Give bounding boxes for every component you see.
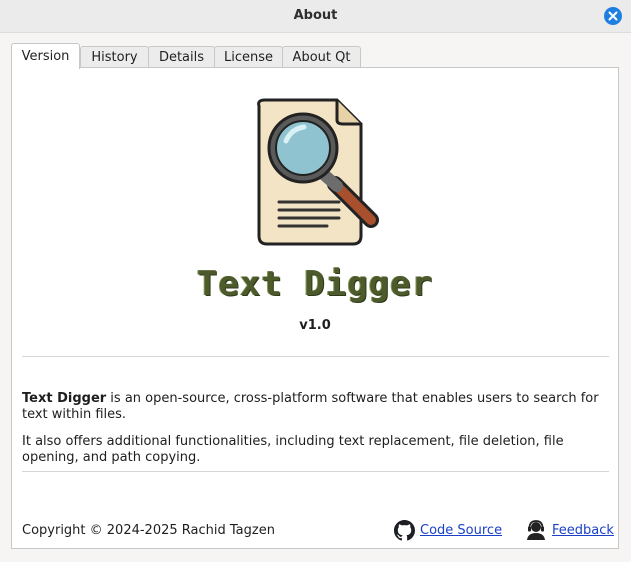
tab-history[interactable]: History (80, 46, 149, 68)
tab-details[interactable]: Details (148, 46, 215, 68)
description-app-name: Text Digger (22, 391, 107, 406)
close-icon (608, 11, 618, 21)
version-panel: Text Digger v1.0 Text Digger is an open-… (11, 67, 619, 549)
app-name: Text Digger (196, 264, 434, 304)
tab-license[interactable]: License (214, 46, 283, 68)
title-bar: About (0, 0, 631, 33)
divider (22, 356, 609, 357)
description-paragraph-2: It also offers additional functionalitie… (22, 434, 564, 465)
github-icon[interactable] (394, 520, 415, 541)
description-text: is an open-source, cross-platform softwa… (22, 391, 599, 422)
close-button[interactable] (604, 7, 622, 25)
document-magnifier-icon (257, 98, 379, 246)
support-agent-icon[interactable] (525, 519, 547, 541)
divider (22, 471, 609, 472)
copyright-text: Copyright © 2024-2025 Rachid Tagzen (22, 523, 275, 538)
code-source-link[interactable]: Code Source (420, 523, 502, 538)
tab-about-qt[interactable]: About Qt (282, 46, 361, 68)
description-paragraph-1: Text Digger is an open-source, cross-pla… (22, 391, 612, 423)
feedback-link[interactable]: Feedback (552, 523, 614, 538)
app-version: v1.0 (299, 318, 331, 333)
tab-version[interactable]: Version (11, 43, 80, 69)
window-title: About (293, 8, 338, 23)
